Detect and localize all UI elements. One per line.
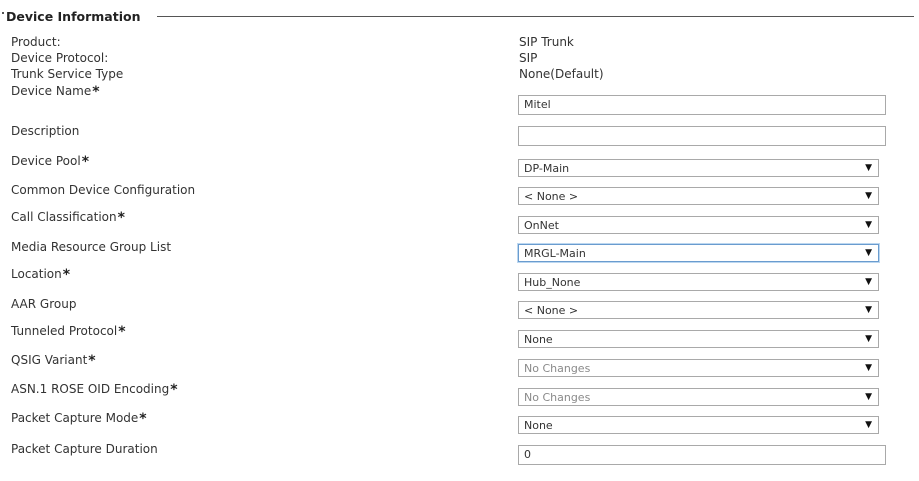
chevron-down-icon[interactable]: ▼ [865,161,872,176]
qsig-variant-label-text: QSIG Variant [11,353,88,367]
qsig-variant-select[interactable]: No Changes ▼ [518,359,879,377]
required-marker: * [88,353,96,369]
asn1-rose-oid-encoding-value: No Changes [524,391,591,404]
call-classification-value: OnNet [524,219,559,232]
required-marker: * [118,324,126,340]
packet-capture-mode-value: None [524,419,553,432]
aar-group-select[interactable]: < None > ▼ [518,301,879,319]
required-marker: * [170,382,178,398]
chevron-down-icon[interactable]: ▼ [865,332,872,347]
location-select[interactable]: Hub_None ▼ [518,273,879,291]
asn1-rose-oid-encoding-select[interactable]: No Changes ▼ [518,388,879,406]
chevron-down-icon[interactable]: ▼ [865,189,872,204]
call-classification-label-text: Call Classification [11,210,117,224]
location-label-text: Location [11,267,62,281]
chevron-down-icon[interactable]: ▼ [865,246,872,261]
required-marker: * [117,210,125,226]
chevron-down-icon[interactable]: ▼ [865,275,872,290]
section-divider [157,16,914,17]
chevron-down-icon[interactable]: ▼ [865,390,872,405]
media-resource-group-list-label: Media Resource Group List [11,240,172,254]
chevron-down-icon[interactable]: ▼ [865,361,872,376]
tunneled-protocol-select[interactable]: None ▼ [518,330,879,348]
product-label: Product: [11,35,61,49]
media-resource-group-list-select[interactable]: MRGL-Main ▼ [518,244,879,262]
packet-capture-duration-input[interactable]: 0 [518,445,886,465]
device-pool-value: DP-Main [524,162,570,175]
common-device-configuration-value: < None > [524,190,579,203]
packet-capture-mode-label: Packet Capture Mode* [11,410,147,427]
tunneled-protocol-value: None [524,333,553,346]
asn1-rose-oid-encoding-label-text: ASN.1 ROSE OID Encoding [11,382,170,396]
product-value: SIP Trunk [519,35,574,49]
device-protocol-label: Device Protocol: [11,51,109,65]
chevron-down-icon[interactable]: ▼ [865,218,872,233]
location-label: Location* [11,266,71,283]
device-protocol-value: SIP [519,51,538,65]
call-classification-label: Call Classification* [11,209,125,226]
trunk-service-type-value: None(Default) [519,67,604,81]
description-label: Description [11,124,80,138]
required-marker: * [81,154,90,170]
media-resource-group-list-value: MRGL-Main [524,247,586,260]
common-device-configuration-label: Common Device Configuration [11,183,196,197]
device-name-label-text: Device Name [11,84,92,98]
trunk-service-type-label: Trunk Service Type [11,67,124,81]
aar-group-label: AAR Group [11,297,77,311]
asn1-rose-oid-encoding-label: ASN.1 ROSE OID Encoding* [11,381,178,398]
qsig-variant-value: No Changes [524,362,591,375]
device-pool-label-text: Device Pool [11,154,81,168]
required-marker: * [92,84,100,100]
call-classification-select[interactable]: OnNet ▼ [518,216,879,234]
section-title: Device Information [6,9,141,24]
device-name-input[interactable]: Mitel [518,95,886,115]
section-header: Device Information [0,8,914,26]
required-marker: * [139,411,147,427]
packet-capture-duration-label: Packet Capture Duration [11,442,158,456]
device-pool-select[interactable]: DP-Main ▼ [518,159,879,177]
tunneled-protocol-label-text: Tunneled Protocol [11,324,118,338]
required-marker: * [62,267,71,283]
common-device-configuration-select[interactable]: < None > ▼ [518,187,879,205]
description-input[interactable] [518,126,886,146]
chevron-down-icon[interactable]: ▼ [865,418,872,433]
device-name-label: Device Name* [11,83,100,100]
section-bullet [2,12,4,14]
tunneled-protocol-label: Tunneled Protocol* [11,323,126,340]
packet-capture-mode-label-text: Packet Capture Mode [11,411,139,425]
packet-capture-mode-select[interactable]: None ▼ [518,416,879,434]
aar-group-value: < None > [524,304,579,317]
chevron-down-icon[interactable]: ▼ [865,303,872,318]
location-value: Hub_None [524,276,581,289]
qsig-variant-label: QSIG Variant* [11,352,96,369]
device-pool-label: Device Pool* [11,153,90,170]
